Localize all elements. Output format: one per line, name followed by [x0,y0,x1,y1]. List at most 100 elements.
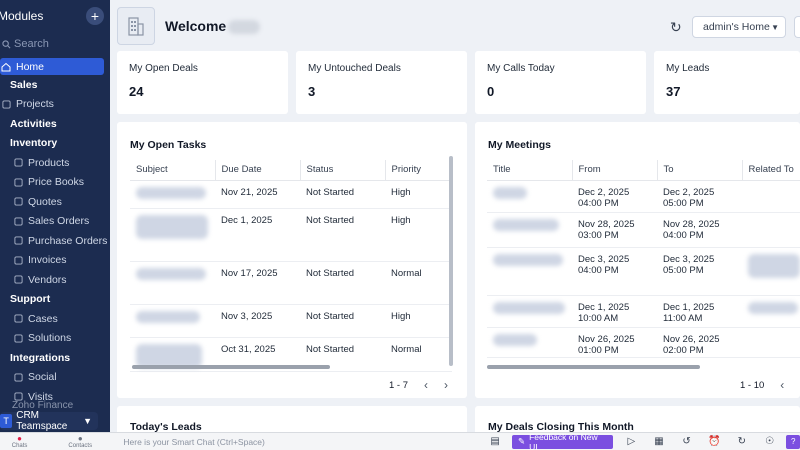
sidebar-item-vendors[interactable]: Vendors [0,270,110,290]
meeting-title[interactable] [487,327,572,358]
sidebar-item-social[interactable]: Social [0,368,110,388]
dollar-icon[interactable]: ☉ [761,436,779,447]
from-time: 10:00 AM [578,312,619,324]
meeting-title[interactable] [487,247,572,296]
feedback-button[interactable]: ✎ Feedback on New UI [511,432,613,450]
solutions-icon [12,332,24,344]
sidebar-item-products[interactable]: Products [0,153,110,173]
sidebar-item-activities[interactable]: Activities [0,114,110,134]
home-view-select[interactable]: admin's Home ▼ [692,16,786,38]
sidebar-title: Modules [0,9,44,23]
sidebar-item-projects[interactable]: Projects [0,95,110,115]
kpi-untouched-deals[interactable]: My Untouched Deals 3 [296,51,467,114]
task-subject[interactable] [130,304,215,338]
kpi-label: My Leads [666,63,710,74]
header-action-button[interactable] [794,16,800,38]
sidebar-item-cases[interactable]: Cases [0,309,110,329]
meeting-related-to[interactable] [742,295,800,328]
table-row[interactable]: Nov 21, 2025 Not Started High [130,180,452,209]
to-date: Dec 1, 2025 [663,301,715,313]
sidebar-item-purchase-orders[interactable]: Purchase Orders [0,231,110,251]
sidebar-item-solutions[interactable]: Solutions [0,329,110,349]
column-header-related-to[interactable]: Related To [742,160,800,181]
social-icon [12,371,24,383]
notes-icon[interactable]: ▤ [486,436,504,447]
table-row[interactable]: Dec 2, 2025 04:00 PM Dec 2, 2025 05:00 PM [487,180,800,213]
sidebar-search[interactable]: Search [0,34,110,54]
meeting-related-to[interactable] [742,180,800,213]
sidebar-item-sales-orders[interactable]: Sales Orders [0,212,110,232]
help-icon[interactable]: ? [786,434,800,449]
contacts-button[interactable]: ● Contacts [39,434,121,449]
recent-icon[interactable]: ↺ [678,436,696,447]
sidebar-item-home[interactable]: Home [0,58,104,75]
chevron-right-icon[interactable]: › [444,378,448,392]
sidebar-item-label: Cases [28,312,58,325]
table-row[interactable]: Dec 1, 2025 10:00 AM Dec 1, 2025 11:00 AM [487,295,800,328]
sidebar-module-list: Sales Projects Activities Inventory Products… [0,75,110,407]
sidebar-item-sales[interactable]: Sales [0,75,110,95]
teamspace-switcher[interactable]: T CRM Teamspace ▼ [0,410,98,432]
meeting-related-to[interactable] [742,212,800,248]
horizontal-scrollbar[interactable] [132,365,330,369]
task-subject[interactable] [130,208,215,262]
column-header-from[interactable]: From [572,160,658,181]
chart-icon[interactable]: ▦ [650,436,668,447]
chevron-left-icon[interactable]: ‹ [780,378,784,392]
sidebar-item-inventory[interactable]: Inventory [0,134,110,154]
meeting-title[interactable] [487,212,572,248]
task-subject[interactable] [130,261,215,305]
sidebar-item-label: Activities [10,117,57,130]
from-date: Nov 28, 2025 [578,218,635,230]
purchase-orders-icon [12,235,24,247]
kpi-leads[interactable]: My Leads 37 [654,51,800,114]
column-header-status[interactable]: Status [300,160,386,181]
sidebar-header: Modules + [0,0,110,32]
table-row[interactable]: Dec 1, 2025 Not Started High [130,208,452,262]
sidebar-item-support[interactable]: Support [0,290,110,310]
column-header-title[interactable]: Title [487,160,573,181]
section-marker-icon [0,118,6,130]
smart-chat-input[interactable]: Here is your Smart Chat (Ctrl+Space) [123,437,500,447]
kpi-label: My Calls Today [487,63,555,74]
column-header-subject[interactable]: Subject [130,160,216,181]
sidebar-item-faded[interactable]: Zoho Finance [0,400,110,410]
megaphone-icon[interactable]: ▷ [623,436,641,447]
meeting-from: Nov 26, 2025 01:00 PM [572,327,657,358]
meeting-to: Dec 1, 2025 11:00 AM [657,295,742,328]
vertical-scrollbar[interactable] [449,156,453,366]
column-header-priority[interactable]: Priority [385,160,452,181]
sidebar-item-price-books[interactable]: Price Books [0,173,110,193]
chats-button[interactable]: ● Chats [0,434,39,449]
products-icon [12,157,24,169]
meeting-title[interactable] [487,295,572,328]
pagination-range: 1 - 7 [389,379,409,391]
table-row[interactable]: Nov 26, 2025 01:00 PM Nov 26, 2025 02:00 P… [487,327,800,358]
meeting-title[interactable] [487,180,572,213]
table-row[interactable]: Dec 3, 2025 04:00 PM Dec 3, 2025 05:00 PM [487,247,800,296]
history-icon[interactable]: ↻ [733,436,751,447]
column-header-due-date[interactable]: Due Date [215,160,301,181]
horizontal-scrollbar[interactable] [487,365,700,369]
sidebar-item-invoices[interactable]: Invoices [0,251,110,271]
table-row[interactable]: Nov 28, 2025 03:00 PM Nov 28, 2025 04:00 P… [487,212,800,248]
sales-orders-icon [12,215,24,227]
refresh-icon[interactable]: ↻ [670,19,682,36]
meeting-related-to[interactable] [742,327,800,358]
meeting-to: Dec 2, 2025 05:00 PM [657,180,742,213]
add-module-button[interactable]: + [86,7,104,25]
table-row[interactable]: Nov 3, 2025 Not Started High [130,304,452,338]
task-subject[interactable] [130,180,215,209]
sidebar-item-quotes[interactable]: Quotes [0,192,110,212]
kpi-open-deals[interactable]: My Open Deals 24 [117,51,288,114]
meetings-pagination: 1 - 10 ‹ [740,378,784,392]
redacted-text [493,186,527,199]
meeting-related-to[interactable] [742,247,800,296]
column-header-to[interactable]: To [657,160,743,181]
kpi-calls-today[interactable]: My Calls Today 0 [475,51,646,114]
alarm-icon[interactable]: ⏰ [705,436,723,447]
kpi-value: 37 [666,84,681,99]
chevron-left-icon[interactable]: ‹ [424,378,428,392]
sidebar-item-integrations[interactable]: Integrations [0,348,110,368]
table-row[interactable]: Nov 17, 2025 Not Started Normal [130,261,452,305]
